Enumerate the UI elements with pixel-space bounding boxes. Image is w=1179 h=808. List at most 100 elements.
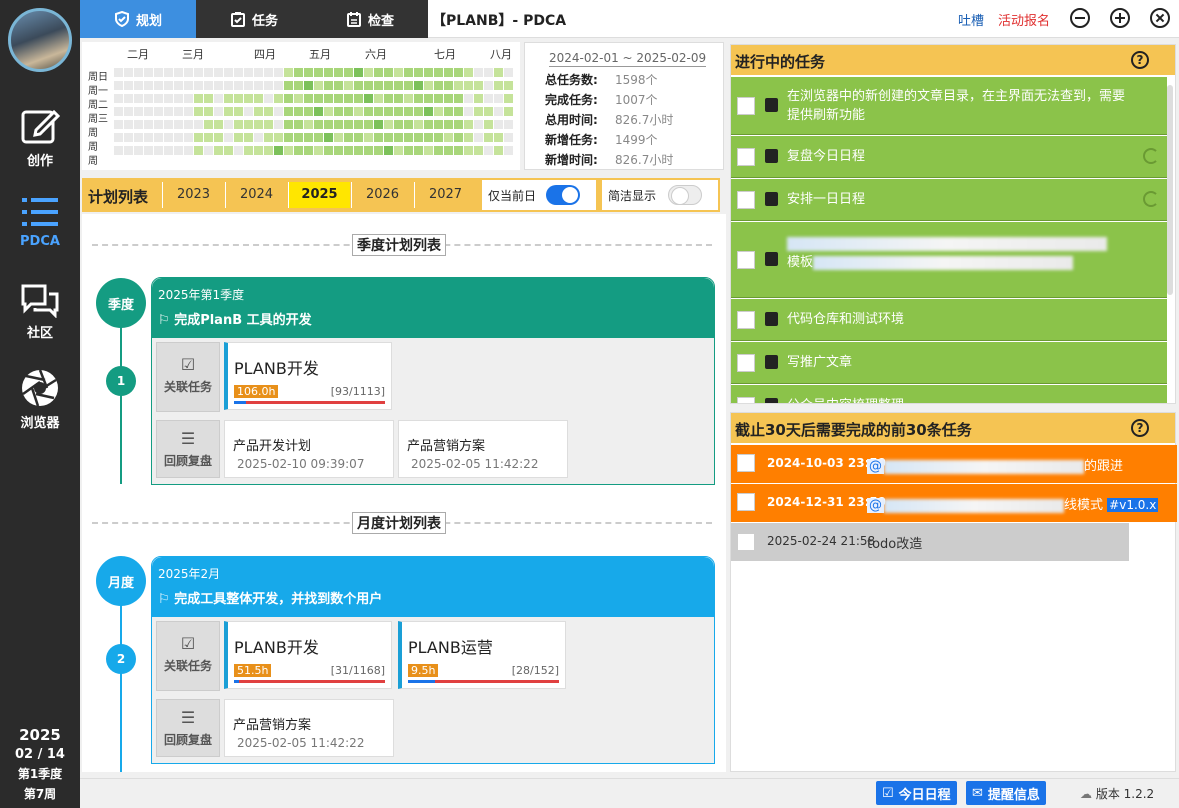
task-checkbox[interactable] [737,397,755,403]
tab-tasks[interactable]: 任务 [196,0,312,38]
compact-toggle[interactable]: 简洁显示 [602,180,718,210]
heatmap-cell [364,120,373,129]
related-tasks-button[interactable]: ☑ 关联任务 [156,342,220,412]
avatar[interactable] [8,8,72,72]
task-item[interactable]: 公众号内容梳理整理 [731,385,1167,403]
minimize-icon[interactable] [1070,8,1090,28]
task-card[interactable]: PLANB开发 106.0h [93/1113] [224,342,392,410]
year-tab-2027[interactable]: 2027 [414,182,476,208]
heatmap-cell [244,94,253,103]
close-icon[interactable] [1150,8,1170,28]
task-checkbox[interactable] [737,493,755,511]
heatmap-cell [144,81,153,90]
heatmap-cell [404,146,413,155]
heatmap-cell [484,68,493,77]
heatmap-cell [484,146,493,155]
heatmap-cell [394,94,403,103]
review-button[interactable]: ☰ 回顾复盘 [156,699,220,757]
shield-icon [114,11,129,27]
heatmap-cell [244,107,253,116]
task-card[interactable]: PLANB运营 9.5h [28/152] [398,621,566,689]
related-tasks-label: 关联任务 [163,659,212,673]
heatmap-cell [364,133,373,142]
task-item[interactable]: 复盘今日日程 [731,136,1167,178]
compact-switch[interactable] [668,185,702,205]
task-item[interactable]: 代码仓库和测试环境 [731,299,1167,341]
review-button[interactable]: ☰ 回顾复盘 [156,420,220,478]
heatmap-cell [404,81,413,90]
edit-icon [21,109,60,144]
related-tasks-button[interactable]: ☑ 关联任务 [156,621,220,691]
review-card[interactable]: 产品开发计划 2025-02-10 09:39:07 [224,420,394,478]
heatmap-cell [504,120,513,129]
task-checkbox[interactable] [737,454,755,472]
today-only-toggle[interactable]: 仅当前日 [482,180,596,210]
tab-check[interactable]: 检查 [312,0,428,38]
sidebar-item-pdca[interactable]: PDCA [0,194,80,266]
task-checkbox[interactable] [737,311,755,329]
heatmap-cell [414,133,423,142]
task-item[interactable]: 在浏览器中的新创建的文章目录，在主界面无法查到，需要提供刷新功能 [731,77,1167,135]
deadline-item[interactable]: 2024-12-31 23:59 @ 线模式 #v1.0.x [731,484,1177,522]
heatmap-cell [274,68,283,77]
feedback-link[interactable]: 吐槽 [958,10,984,29]
heatmap-cell [424,81,433,90]
heatmap-cell [494,133,503,142]
task-checkbox[interactable] [737,97,755,115]
review-card[interactable]: 产品营销方案 2025-02-05 11:42:22 [398,420,568,478]
tab-plan[interactable]: 规划 [80,0,196,38]
today-only-switch[interactable] [546,185,580,205]
help-icon[interactable]: ? [1131,51,1149,69]
heatmap-cell [224,68,233,77]
help-icon[interactable]: ? [1131,419,1149,437]
heatmap-cell [184,68,193,77]
sidebar-item-browser[interactable]: 浏览器 [0,368,80,440]
heatmap-cell [394,120,403,129]
review-card[interactable]: 产品营销方案 2025-02-05 11:42:22 [224,699,394,757]
year-tab-2023[interactable]: 2023 [162,182,224,208]
task-checkbox[interactable] [737,251,755,269]
task-checkbox[interactable] [737,354,755,372]
version-info: ☁ 版本 1.2.2 [1080,785,1154,802]
month-plan-card[interactable]: 2025年2月 ⚐ 完成工具整体开发，并找到数个用户 ☑ 关联任务 PLANB开发… [151,556,715,764]
plan-goal: 完成PlanB 工具的开发 [174,313,312,328]
heatmap-cell [294,146,303,155]
task-card[interactable]: PLANB开发 51.5h [31/1168] [224,621,392,689]
scrollbar[interactable] [1167,85,1173,295]
heatmap-cell [404,133,413,142]
clipboard-check-icon [230,12,245,27]
task-text: 安排一日日程 [787,192,866,207]
stat-row: 完成任务: 1007个 [545,91,658,108]
task-checkbox[interactable] [737,191,755,209]
heatmap-cell [474,81,483,90]
task-checkbox[interactable] [737,148,755,166]
deadline-item[interactable]: 2025-02-24 21:58 todo改造 [731,523,1129,561]
year-tab-2024[interactable]: 2024 [225,182,287,208]
reminder-button[interactable]: ✉ 提醒信息 [966,781,1046,805]
month-label: 四月 [254,48,276,61]
task-item[interactable]: 模板 [731,222,1167,298]
sidebar-item-create[interactable]: 创作 [0,106,80,178]
month-label: 五月 [309,48,331,61]
heatmap-cell [344,120,353,129]
review-time: 2025-02-05 11:42:22 [411,457,539,471]
heatmap-cell [504,94,513,103]
heatmap-cell [254,120,263,129]
today-schedule-button[interactable]: ☑ 今日日程 [876,781,957,805]
heatmap-cell [444,94,453,103]
year-tab-2025[interactable]: 2025 [288,182,350,208]
heatmap-cell [124,120,133,129]
task-item[interactable]: 安排一日日程 [731,179,1167,221]
deadline-item[interactable]: 2024-10-03 23:59 @ 的跟进 [731,445,1177,483]
year-tab-2026[interactable]: 2026 [351,182,413,208]
task-checkbox[interactable] [737,533,755,551]
heatmap-cell [234,146,243,155]
heatmap-cell [474,146,483,155]
task-item[interactable]: 写推广文章 [731,342,1167,384]
sidebar-item-community[interactable]: 社区 [0,282,80,354]
task-progress [408,680,559,683]
quarter-plan-card[interactable]: 2025年第1季度 ⚐ 完成PlanB 工具的开发 ☑ 关联任务 PLANB开发 … [151,277,715,485]
event-signup-link[interactable]: 活动报名 [998,10,1050,29]
maximize-icon[interactable] [1110,8,1130,28]
heatmap-cell [294,81,303,90]
